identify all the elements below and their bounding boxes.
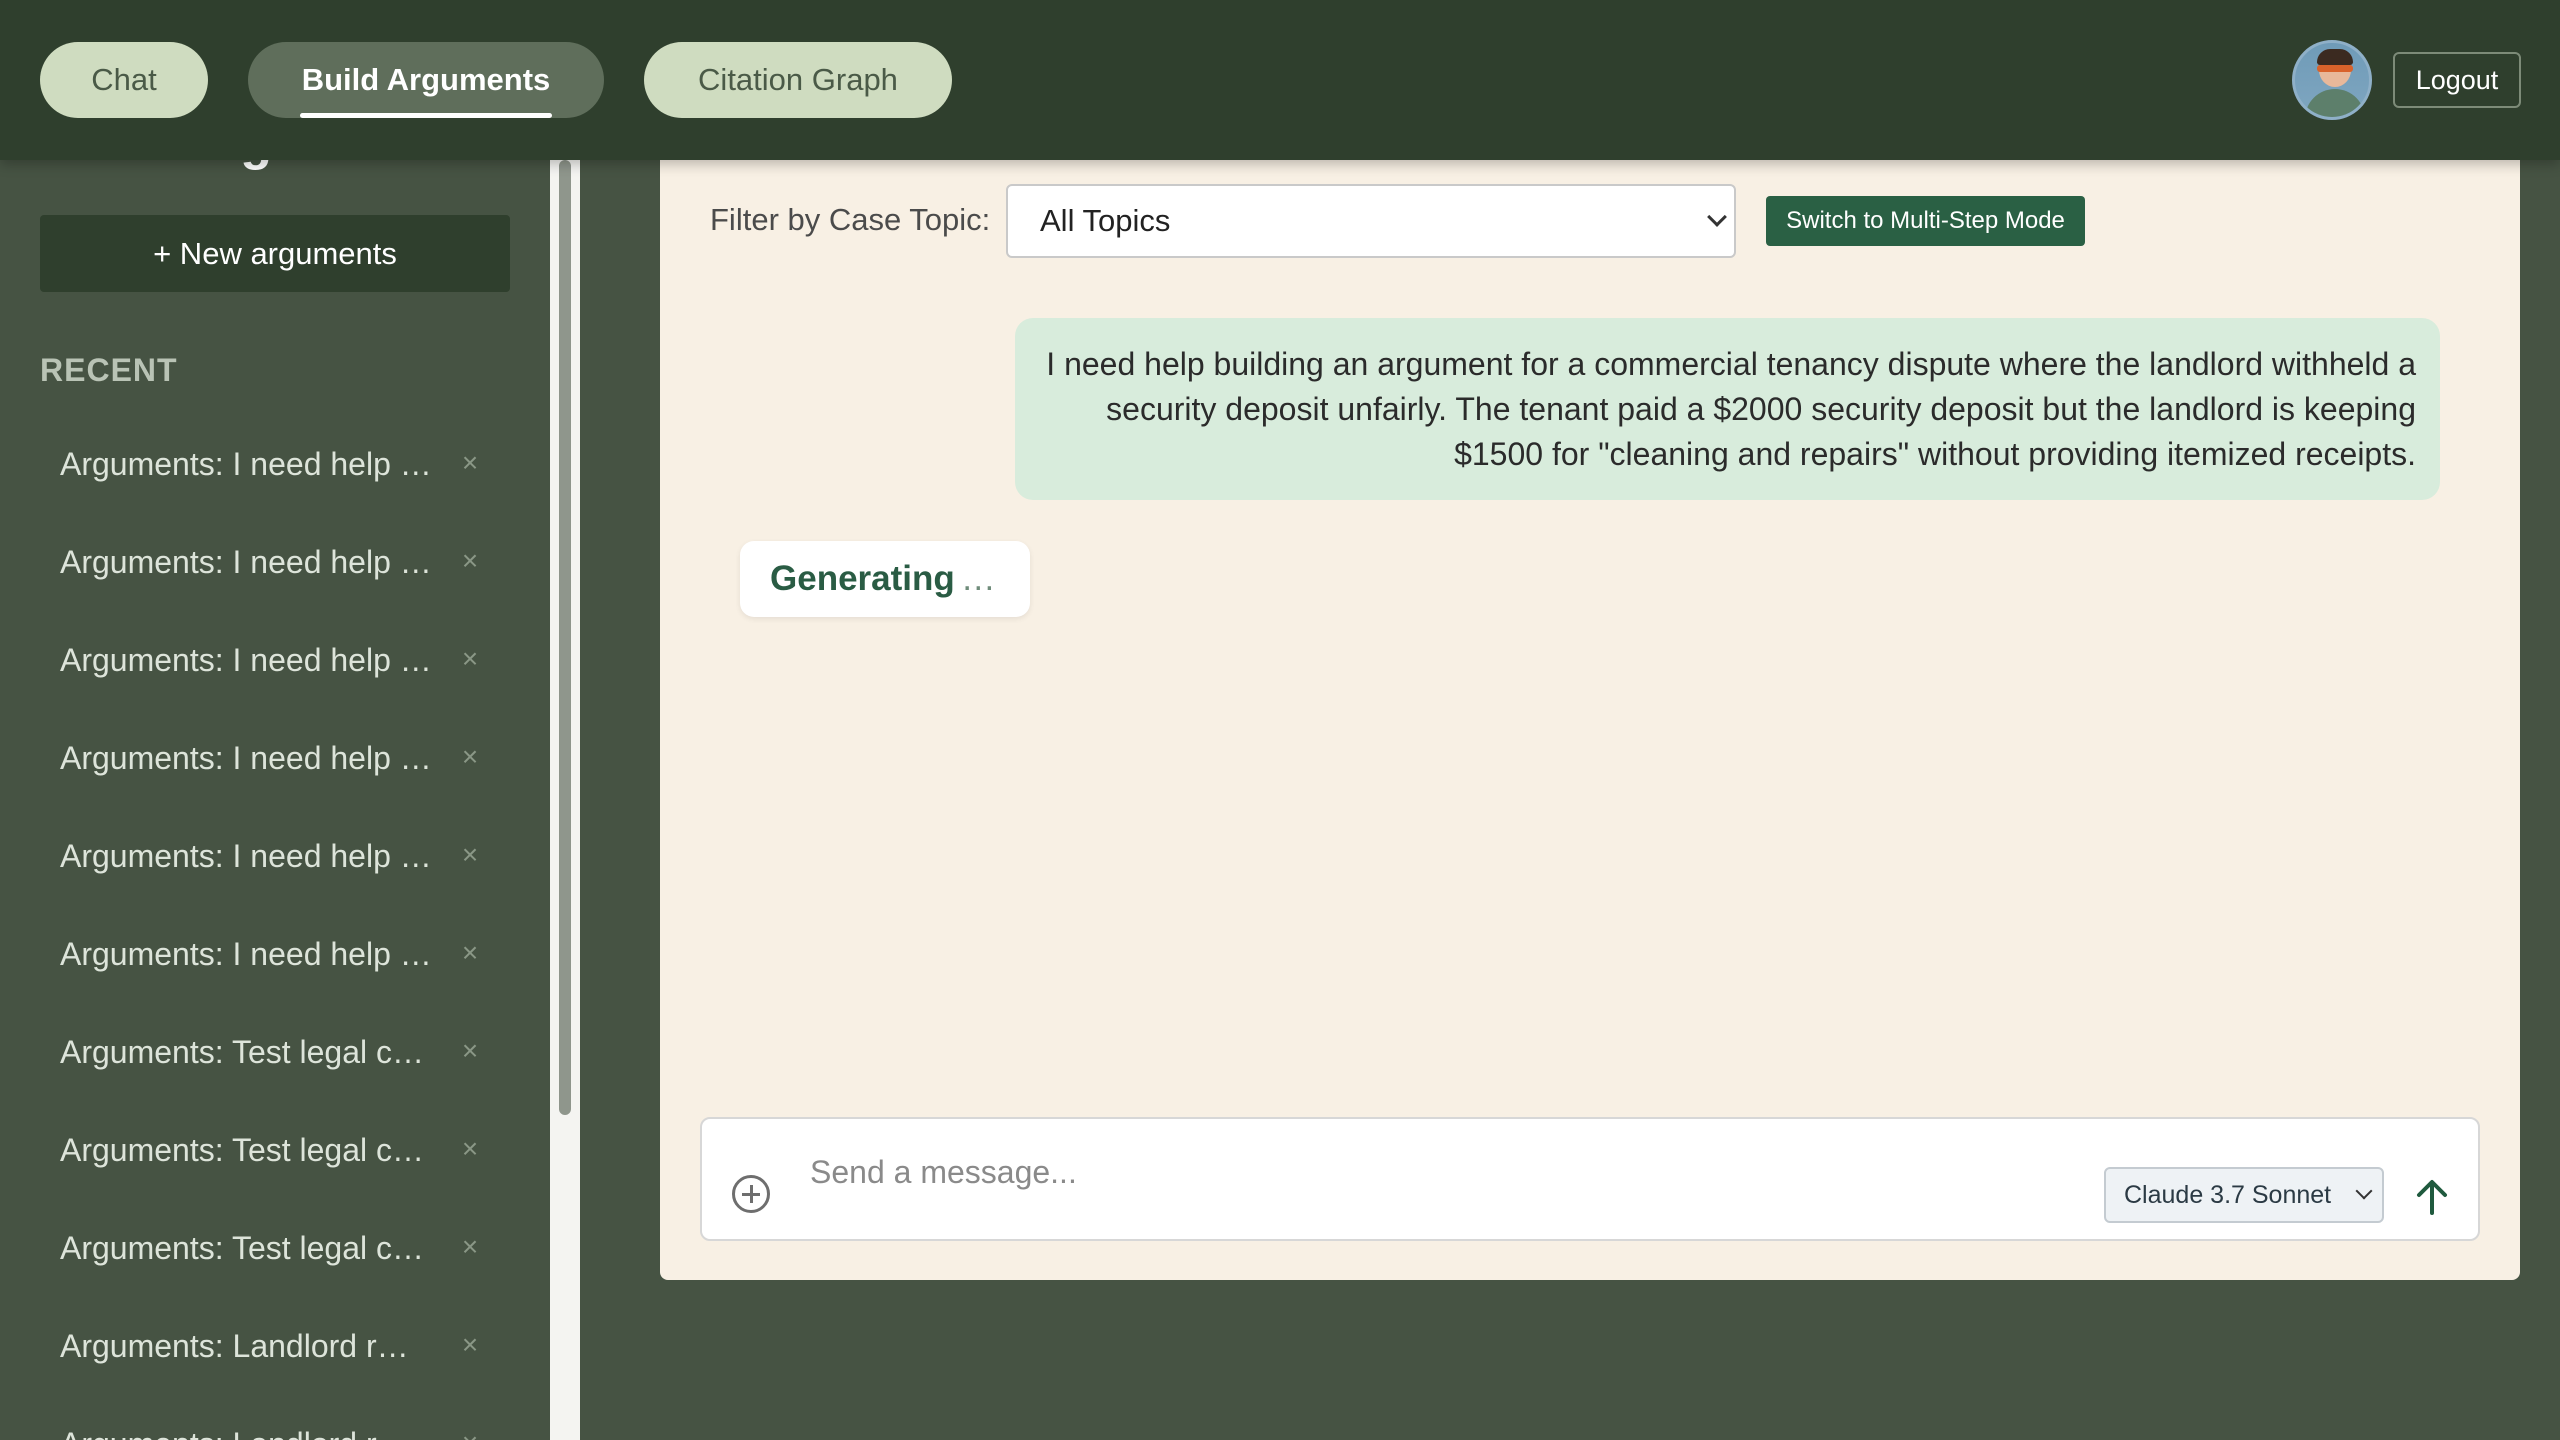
history-item[interactable]: Arguments: I need help building an argum… bbox=[40, 914, 490, 994]
history-item-label: Arguments: I need help building an argum… bbox=[60, 445, 440, 482]
remove-icon[interactable]: × bbox=[455, 643, 485, 674]
avatar-glasses bbox=[2317, 65, 2353, 72]
remove-icon[interactable]: × bbox=[455, 545, 485, 576]
history-item[interactable]: Arguments: Test legal case × bbox=[40, 1012, 490, 1092]
history-item[interactable]: Arguments: Test legal case × bbox=[40, 1110, 490, 1190]
active-tab-indicator bbox=[300, 113, 552, 118]
history-item-label: Arguments: Landlord r… bbox=[60, 1426, 440, 1440]
history-item[interactable]: Arguments: I need help building an argum… bbox=[40, 816, 490, 896]
remove-icon[interactable]: × bbox=[455, 741, 485, 772]
remove-icon[interactable]: × bbox=[455, 1427, 485, 1440]
generating-text: Generating bbox=[770, 559, 955, 598]
history-item[interactable]: Arguments: I need help building an argum… bbox=[40, 424, 490, 504]
new-arguments-button[interactable]: + New arguments bbox=[40, 215, 510, 292]
remove-icon[interactable]: × bbox=[455, 1231, 485, 1262]
sidebar: Build Arguments + New arguments RECENT A… bbox=[0, 0, 550, 1440]
history-item-label: Arguments: Test legal case bbox=[60, 1229, 440, 1266]
remove-icon[interactable]: × bbox=[455, 1133, 485, 1164]
recent-heading: RECENT bbox=[40, 352, 178, 388]
add-attachment-icon[interactable] bbox=[732, 1175, 770, 1213]
history-item-label: Arguments: I need help building an argum… bbox=[60, 641, 440, 678]
sidebar-scrollbar[interactable] bbox=[550, 160, 580, 1440]
remove-icon[interactable]: × bbox=[455, 1329, 485, 1360]
remove-icon[interactable]: × bbox=[455, 447, 485, 478]
chevron-down-icon bbox=[2355, 1182, 2373, 1200]
history-item[interactable]: Arguments: I need help building an argum… bbox=[40, 522, 490, 602]
model-select[interactable]: Claude 3.7 Sonnet bbox=[2104, 1167, 2384, 1223]
sidebar-scrollbar-thumb[interactable] bbox=[559, 160, 571, 1115]
tab-build-arguments-label: Build Arguments bbox=[301, 62, 551, 97]
history-item[interactable]: Arguments: Test legal case × bbox=[40, 1208, 490, 1288]
history-item[interactable]: Arguments: Landlord r… × bbox=[40, 1306, 490, 1386]
topic-select-value: All Topics bbox=[1040, 203, 1171, 238]
avatar-hair bbox=[2317, 49, 2353, 65]
model-select-value: Claude 3.7 Sonnet bbox=[2124, 1180, 2332, 1209]
history-item-label: Arguments: I need help building an argum… bbox=[60, 543, 440, 580]
avatar-body bbox=[2305, 89, 2365, 117]
history-item-label: Arguments: Test legal case bbox=[60, 1033, 440, 1070]
tab-build-arguments[interactable]: Build Arguments bbox=[248, 42, 604, 118]
message-composer: Claude 3.7 Sonnet bbox=[700, 1117, 2480, 1241]
remove-icon[interactable]: × bbox=[455, 1035, 485, 1066]
generating-dots: … bbox=[960, 559, 998, 598]
logout-button[interactable]: Logout bbox=[2393, 52, 2521, 108]
history-item-label: Arguments: Landlord r… bbox=[60, 1327, 409, 1364]
main-panel: Filter by Case Topic: All Topics Switch … bbox=[660, 160, 2520, 1280]
user-message: I need help building an argument for a c… bbox=[1015, 318, 2440, 500]
topic-select[interactable]: All Topics bbox=[1006, 184, 1736, 258]
history-item-label: Arguments: I need help building an argum… bbox=[60, 739, 440, 776]
remove-icon[interactable]: × bbox=[455, 937, 485, 968]
remove-icon[interactable]: × bbox=[455, 839, 485, 870]
multi-step-mode-button[interactable]: Switch to Multi-Step Mode bbox=[1766, 196, 2085, 246]
history-item-label: Arguments: I need help building an argum… bbox=[60, 935, 440, 972]
history-item[interactable]: Arguments: I need help building an argum… bbox=[40, 718, 490, 798]
history-item[interactable]: Arguments: Landlord r… × bbox=[40, 1404, 490, 1440]
filter-label: Filter by Case Topic: bbox=[710, 202, 991, 237]
history-item[interactable]: Arguments: I need help building an argum… bbox=[40, 620, 490, 700]
generating-indicator: Generating … bbox=[740, 541, 1030, 617]
top-nav-bar: Chat Build Arguments Citation Graph Logo… bbox=[0, 0, 2560, 160]
message-input[interactable] bbox=[810, 1147, 1990, 1197]
history-item-label: Arguments: Test legal case bbox=[60, 1131, 440, 1168]
history-item-label: Arguments: I need help building an argum… bbox=[60, 837, 440, 874]
chevron-down-icon bbox=[1707, 207, 1727, 227]
tab-chat[interactable]: Chat bbox=[40, 42, 208, 118]
avatar[interactable] bbox=[2292, 40, 2372, 120]
send-arrow-icon[interactable] bbox=[2410, 1175, 2454, 1219]
tab-citation-graph[interactable]: Citation Graph bbox=[644, 42, 952, 118]
